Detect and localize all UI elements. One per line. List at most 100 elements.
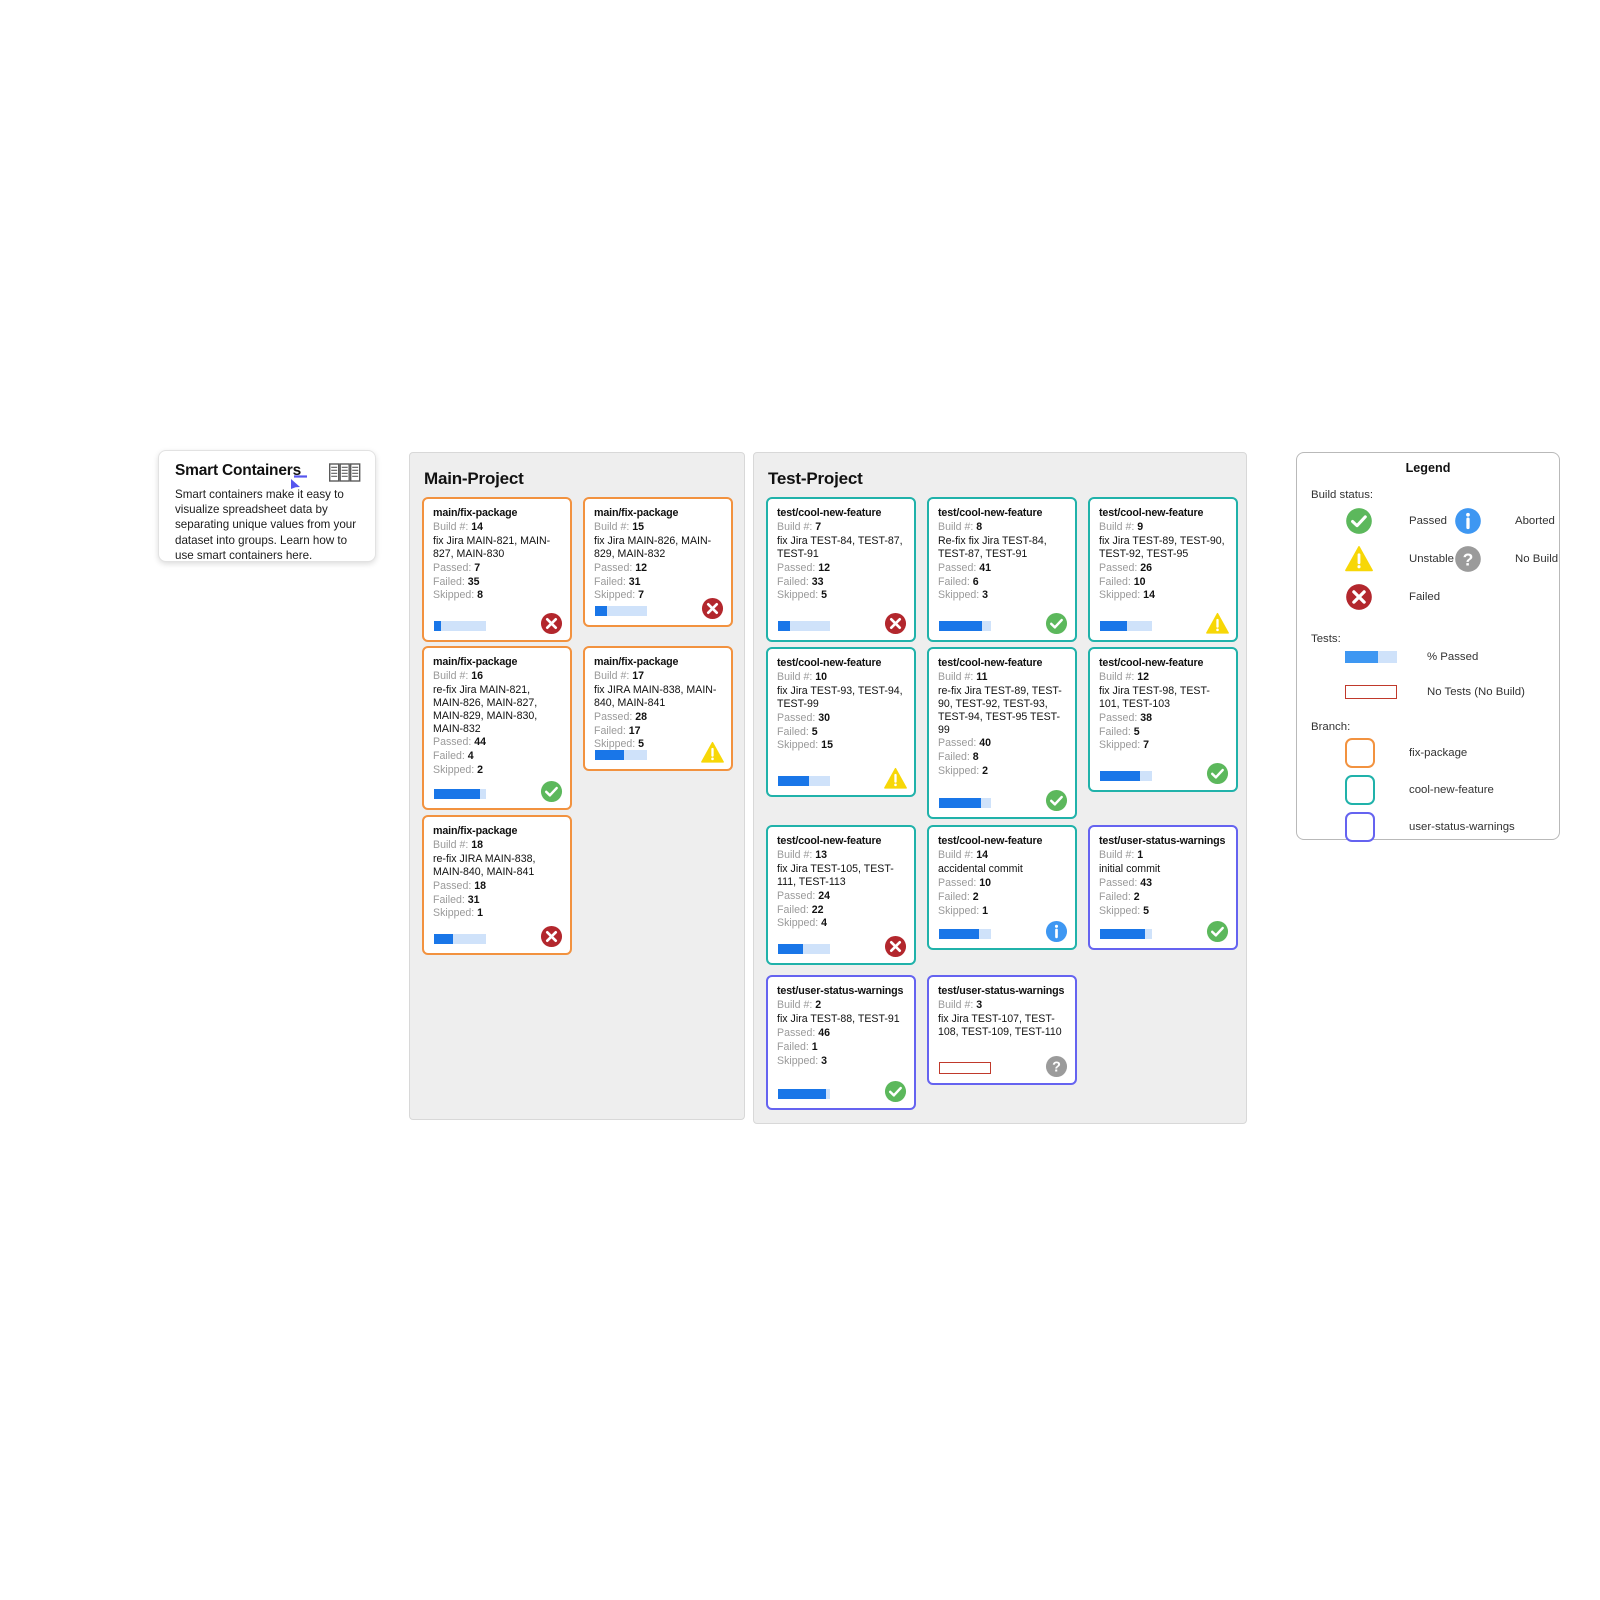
card-build-number: Build #: 17 — [594, 669, 645, 682]
card-build-number: Build #: 10 — [777, 670, 828, 683]
card-commit-message: re-fix Jira MAIN-821, MAIN-826, MAIN-827… — [433, 683, 538, 735]
card-commit-message: fix Jira MAIN-821, MAIN-827, MAIN-830 — [433, 534, 551, 560]
legend-branch-swatch-fix-package — [1345, 738, 1375, 768]
card-branch-name: main/fix-package — [594, 507, 679, 519]
card-build-number: Build #: 18 — [433, 838, 484, 851]
legend-pct-passed-label: % Passed — [1427, 651, 1479, 663]
card-build-number: Build #: 11 — [938, 670, 988, 683]
card-failed-count: Failed: 1 — [777, 1040, 818, 1053]
card-passed-count: Passed: 46 — [777, 1026, 831, 1039]
build-card[interactable]: test/cool-new-feature Build #: 8 Re-fix fi… — [927, 497, 1077, 642]
card-branch-name: main/fix-package — [433, 825, 518, 837]
card-commit-message: fix Jira TEST-105, TEST-111, TEST-113 — [777, 862, 894, 888]
card-pass-rate-bar — [778, 1089, 830, 1099]
legend-branch-label-cool-new-feature: cool-new-feature — [1409, 784, 1494, 796]
svg-text:?: ? — [1052, 1060, 1061, 1076]
card-skipped-count: Skipped: 14 — [1099, 589, 1155, 602]
legend-aborted-label: Aborted — [1515, 515, 1555, 527]
build-card[interactable]: test/user-status-warnings Build #: 2 fix J… — [766, 975, 916, 1110]
card-commit-message: initial commit — [1099, 862, 1161, 875]
build-card[interactable]: test/cool-new-feature Build #: 13 fix Jira… — [766, 825, 916, 965]
card-failed-count: Failed: 8 — [938, 751, 979, 764]
card-build-number: Build #: 13 — [777, 848, 828, 861]
card-passed-count: Passed: 44 — [433, 736, 487, 749]
card-no-tests-indicator — [939, 1062, 991, 1074]
card-branch-name: test/cool-new-feature — [777, 507, 882, 519]
card-pass-rate-bar — [939, 798, 991, 808]
build-card[interactable]: test/user-status-warnings Build #: 3 fix J… — [927, 975, 1077, 1085]
card-status-failed-icon — [540, 925, 563, 948]
card-status-aborted-icon — [1045, 920, 1068, 943]
card-failed-count: Failed: 17 — [594, 724, 641, 737]
card-pass-rate-bar — [1100, 621, 1152, 631]
build-card[interactable]: main/fix-package Build #: 18 re-fix JIRA M… — [422, 815, 572, 955]
card-passed-count: Passed: 41 — [938, 561, 992, 574]
card-passed-count: Passed: 7 — [433, 561, 481, 574]
card-skipped-count: Skipped: 15 — [777, 739, 833, 752]
card-passed-count: Passed: 38 — [1099, 711, 1153, 724]
card-build-number: Build #: 9 — [1099, 520, 1144, 533]
card-skipped-count: Skipped: 3 — [938, 589, 989, 602]
legend-branch-label-fix-package: fix-package — [1409, 747, 1468, 759]
legend-passed-icon — [1345, 507, 1373, 540]
card-status-failed-icon — [701, 597, 724, 620]
build-card[interactable]: main/fix-package Build #: 17 fix JIRA MAIN… — [583, 646, 733, 771]
card-pass-rate-bar — [1100, 771, 1152, 781]
card-branch-name: test/cool-new-feature — [777, 835, 882, 847]
card-failed-count: Failed: 4 — [433, 750, 474, 763]
legend-no-tests-swatch — [1345, 685, 1397, 699]
card-passed-count: Passed: 26 — [1099, 561, 1153, 574]
card-commit-message: fix Jira TEST-98, TEST-101, TEST-103 — [1099, 684, 1210, 710]
legend-tests-label: Tests: — [1311, 633, 1341, 645]
build-card[interactable]: main/fix-package Build #: 14 fix Jira MAIN… — [422, 497, 572, 642]
build-card[interactable]: test/cool-new-feature Build #: 7 fix Jira … — [766, 497, 916, 642]
card-build-number: Build #: 12 — [1099, 670, 1150, 683]
card-pass-rate-bar — [939, 929, 991, 939]
card-commit-message: Re-fix fix Jira TEST-84, TEST-87, TEST-9… — [938, 534, 1047, 560]
card-build-number: Build #: 14 — [938, 848, 989, 861]
legend-no-tests-label: No Tests (No Build) — [1427, 686, 1525, 698]
legend-build-status-label: Build status: — [1311, 489, 1374, 501]
card-branch-name: test/cool-new-feature — [938, 835, 1043, 847]
card-failed-count: Failed: 33 — [777, 575, 824, 588]
legend-branch-label: Branch: — [1311, 721, 1351, 733]
build-card[interactable]: main/fix-package Build #: 15 fix Jira MAIN… — [583, 497, 733, 627]
card-failed-count: Failed: 2 — [938, 890, 979, 903]
panel-title-main: Main-Project — [424, 469, 524, 488]
card-commit-message: fix Jira MAIN-826, MAIN-829, MAIN-832 — [594, 534, 712, 560]
cursor-arrow-icon — [289, 473, 315, 493]
build-card[interactable]: test/cool-new-feature Build #: 12 fix Jira… — [1088, 647, 1238, 792]
card-status-passed-icon — [884, 1080, 907, 1103]
card-failed-count: Failed: 31 — [594, 575, 641, 588]
build-card[interactable]: test/user-status-warnings Build #: 1 initi… — [1088, 825, 1238, 950]
card-pass-rate-bar — [1100, 929, 1152, 939]
build-card[interactable]: test/cool-new-feature Build #: 10 fix Jira… — [766, 647, 916, 797]
card-pass-rate-bar — [434, 621, 486, 631]
card-branch-name: test/cool-new-feature — [1099, 657, 1204, 669]
card-passed-count: Passed: 12 — [777, 561, 831, 574]
card-skipped-count: Skipped: 4 — [777, 917, 828, 930]
card-skipped-count: Skipped: 2 — [433, 764, 484, 777]
card-status-unstable-icon — [701, 741, 724, 764]
legend-title: Legend — [1405, 461, 1451, 475]
legend-nobuild-icon: ? — [1454, 545, 1482, 578]
smart-containers-callout[interactable]: Smart Containers Smart containers make i… — [158, 450, 376, 562]
card-status-failed-icon — [540, 612, 563, 635]
card-commit-message: fix Jira TEST-88, TEST-91 — [777, 1012, 900, 1025]
build-card[interactable]: test/cool-new-feature Build #: 9 fix Jira … — [1088, 497, 1238, 642]
panel-title-test: Test-Project — [768, 469, 863, 488]
build-card[interactable]: test/cool-new-feature Build #: 11 re-fix J… — [927, 647, 1077, 819]
build-card[interactable]: test/cool-new-feature Build #: 14 accident… — [927, 825, 1077, 950]
build-card[interactable]: main/fix-package Build #: 16 re-fix Jira M… — [422, 646, 572, 810]
card-skipped-count: Skipped: 1 — [433, 907, 484, 920]
card-build-number: Build #: 16 — [433, 669, 484, 682]
card-status-failed-icon — [884, 935, 907, 958]
legend-branch-swatch-user-status-warnings — [1345, 812, 1375, 842]
card-skipped-count: Skipped: 8 — [433, 589, 484, 602]
card-pass-rate-bar — [939, 621, 991, 631]
card-branch-name: test/user-status-warnings — [938, 985, 1065, 997]
card-branch-name: test/cool-new-feature — [938, 507, 1043, 519]
card-build-number: Build #: 14 — [433, 520, 484, 533]
card-build-number: Build #: 3 — [938, 998, 983, 1011]
card-branch-name: test/user-status-warnings — [777, 985, 904, 997]
